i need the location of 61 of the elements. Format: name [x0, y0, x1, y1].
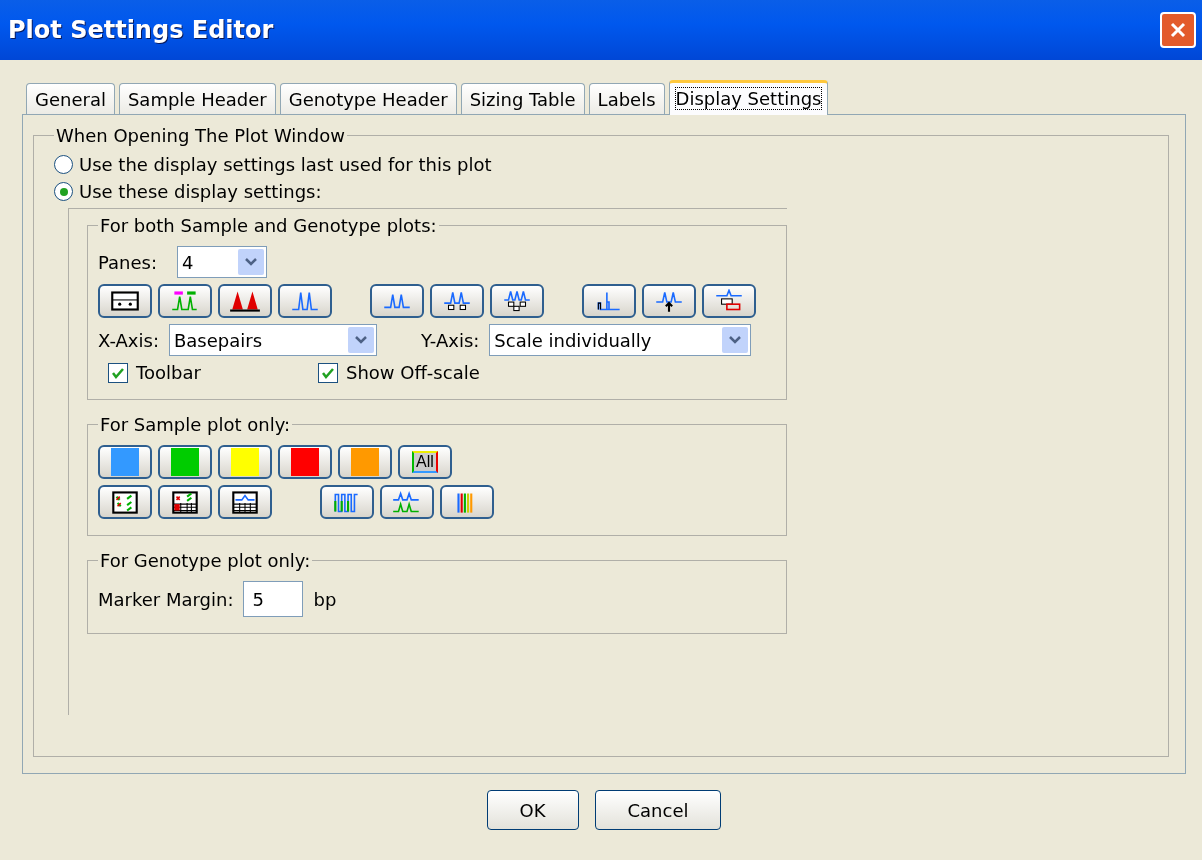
dye-button[interactable]: [218, 445, 272, 479]
y-axis-label: Y-Axis:: [420, 329, 480, 351]
group-title: When Opening The Plot Window: [55, 125, 346, 146]
toolbar-button[interactable]: [490, 284, 544, 318]
dye-button[interactable]: [98, 445, 152, 479]
toolbar-button[interactable]: [430, 284, 484, 318]
swatch-icon: [291, 448, 319, 476]
x-axis-label: X-Axis:: [98, 329, 159, 351]
window-title: Plot Settings Editor: [8, 16, 274, 44]
trace-view-button[interactable]: [320, 485, 374, 519]
table-view-button[interactable]: [218, 485, 272, 519]
plot-icon: [228, 289, 262, 313]
x-axis-dropdown[interactable]: Basepairs: [168, 324, 377, 356]
toolbar-button[interactable]: [582, 284, 636, 318]
group-title: For both Sample and Genotype plots:: [99, 215, 438, 236]
marker-margin-label: Marker Margin:: [98, 588, 234, 610]
swatch-icon: [231, 448, 259, 476]
swatch-icon: [351, 448, 379, 476]
close-button[interactable]: [1160, 12, 1196, 48]
swatch-icon: [171, 448, 199, 476]
radio-button[interactable]: [54, 182, 73, 201]
plot-icon: [108, 289, 142, 313]
group-title: For Genotype plot only:: [99, 550, 312, 571]
checkbox-label: Toolbar: [136, 362, 201, 383]
y-axis-dropdown[interactable]: Scale individually: [489, 324, 752, 356]
dye-button[interactable]: [278, 445, 332, 479]
tab[interactable]: Display Settings: [668, 80, 829, 115]
toolbar-button[interactable]: [702, 284, 756, 318]
table-view-button[interactable]: [158, 485, 212, 519]
checkbox[interactable]: [318, 362, 338, 383]
toolbar-button[interactable]: [370, 284, 424, 318]
tab[interactable]: Labels: [588, 83, 665, 114]
radio-label: Use these display settings:: [79, 181, 322, 202]
toolbar-button[interactable]: [642, 284, 696, 318]
checkbox[interactable]: [108, 362, 128, 383]
group-title: For Sample plot only:: [99, 414, 292, 435]
unit-label: bp: [313, 588, 337, 610]
dye-button[interactable]: [158, 445, 212, 479]
toolbar-button[interactable]: [158, 284, 212, 318]
toolbar-button[interactable]: [278, 284, 332, 318]
dialog-button[interactable]: OK: [486, 790, 579, 830]
panes-label: Panes:: [98, 251, 157, 273]
dialog-button[interactable]: Cancel: [594, 790, 722, 830]
radio-button[interactable]: [54, 155, 73, 174]
toolbar-button[interactable]: [218, 284, 272, 318]
close-icon: [1169, 21, 1187, 39]
checkbox-label: Show Off-scale: [346, 362, 480, 383]
table-view-button[interactable]: [98, 485, 152, 519]
tab[interactable]: Sample Header: [118, 83, 276, 114]
tab[interactable]: General: [26, 83, 115, 114]
marker-margin-field[interactable]: 5: [243, 581, 304, 617]
panes-dropdown[interactable]: 4: [177, 246, 267, 278]
toolbar-button[interactable]: [98, 284, 152, 318]
dye-button[interactable]: [338, 445, 392, 479]
trace-view-button[interactable]: [440, 485, 494, 519]
swatch-icon: [111, 448, 139, 476]
trace-view-button[interactable]: [380, 485, 434, 519]
tab[interactable]: Sizing Table: [460, 83, 585, 114]
tab[interactable]: Genotype Header: [279, 83, 457, 114]
all-dyes-button[interactable]: All: [398, 445, 452, 479]
radio-label: Use the display settings last used for this plot: [79, 154, 492, 175]
